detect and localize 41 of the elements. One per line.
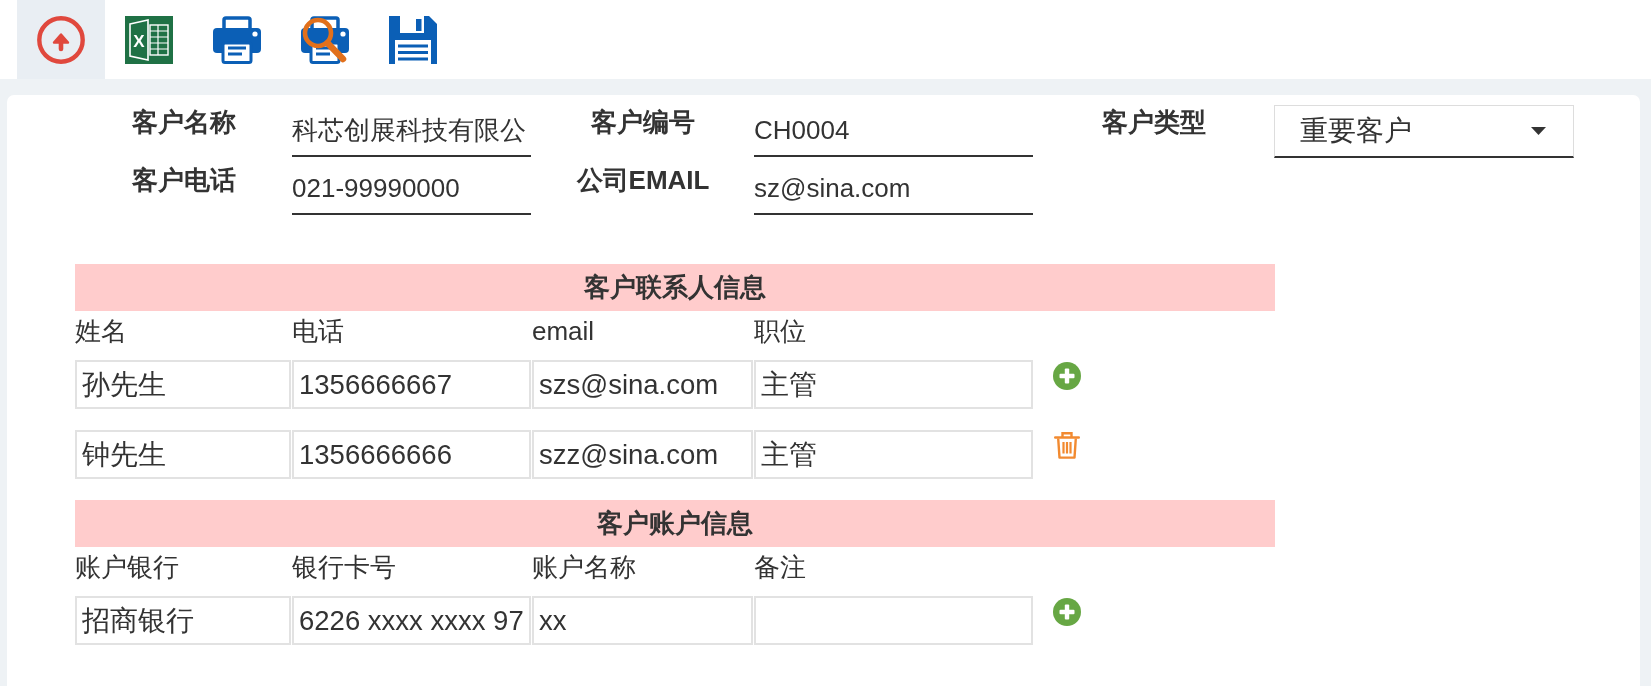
text-field[interactable]: sz@sina.com xyxy=(754,163,1033,215)
field-label: 客户类型 xyxy=(1102,107,1206,137)
printer-icon xyxy=(213,15,261,64)
arrow-up-circle-icon xyxy=(37,15,85,64)
table-input[interactable]: szs@sina.com xyxy=(532,360,753,409)
table-input[interactable]: 主管 xyxy=(754,430,1033,479)
text-field[interactable]: CH0004 xyxy=(754,105,1033,157)
field-label: 公司EMAIL xyxy=(576,165,710,195)
table-input[interactable]: 1356666667 xyxy=(292,360,531,409)
printer-magnifier-icon xyxy=(301,15,349,64)
column-header: 备注 xyxy=(754,551,806,584)
field-label: 客户名称 xyxy=(131,107,236,137)
table-input[interactable]: 招商银行 xyxy=(75,596,291,645)
table-input[interactable]: 6226 xxxx xxxx 97 xyxy=(292,596,531,645)
dropdown-select[interactable]: 重要客户 xyxy=(1274,105,1574,158)
section-header: 客户账户信息 xyxy=(75,500,1275,547)
table-input[interactable] xyxy=(754,596,1033,645)
column-header: email xyxy=(532,315,595,348)
table-input[interactable]: 孙先生 xyxy=(75,360,291,409)
table-input[interactable]: xx xyxy=(532,596,753,645)
plus-circle-icon[interactable] xyxy=(1053,362,1081,390)
column-header: 姓名 xyxy=(75,315,127,348)
column-header: 电话 xyxy=(292,315,344,348)
toolbar-button[interactable] xyxy=(17,0,105,79)
table-input[interactable]: szz@sina.com xyxy=(532,430,753,479)
column-header: 账户银行 xyxy=(75,551,179,584)
table-input[interactable]: 钟先生 xyxy=(75,430,291,479)
column-header: 账户名称 xyxy=(532,551,636,584)
field-label: 客户编号 xyxy=(591,107,695,137)
caret-down-icon xyxy=(1531,127,1546,135)
column-header: 银行卡号 xyxy=(292,551,396,584)
table-input[interactable]: 1356666666 xyxy=(292,430,531,479)
plus-circle-icon[interactable] xyxy=(1053,598,1081,626)
column-header: 职位 xyxy=(754,315,806,348)
spreadsheet-icon: X xyxy=(125,15,173,64)
trash-icon[interactable] xyxy=(1054,431,1080,459)
text-field[interactable]: 科芯创展科技有限公 xyxy=(292,105,531,157)
section-header: 客户联系人信息 xyxy=(75,264,1275,311)
field-label: 客户电话 xyxy=(131,165,236,195)
text-field[interactable]: 021-99990000 xyxy=(292,163,531,215)
table-input[interactable]: 主管 xyxy=(754,360,1033,409)
